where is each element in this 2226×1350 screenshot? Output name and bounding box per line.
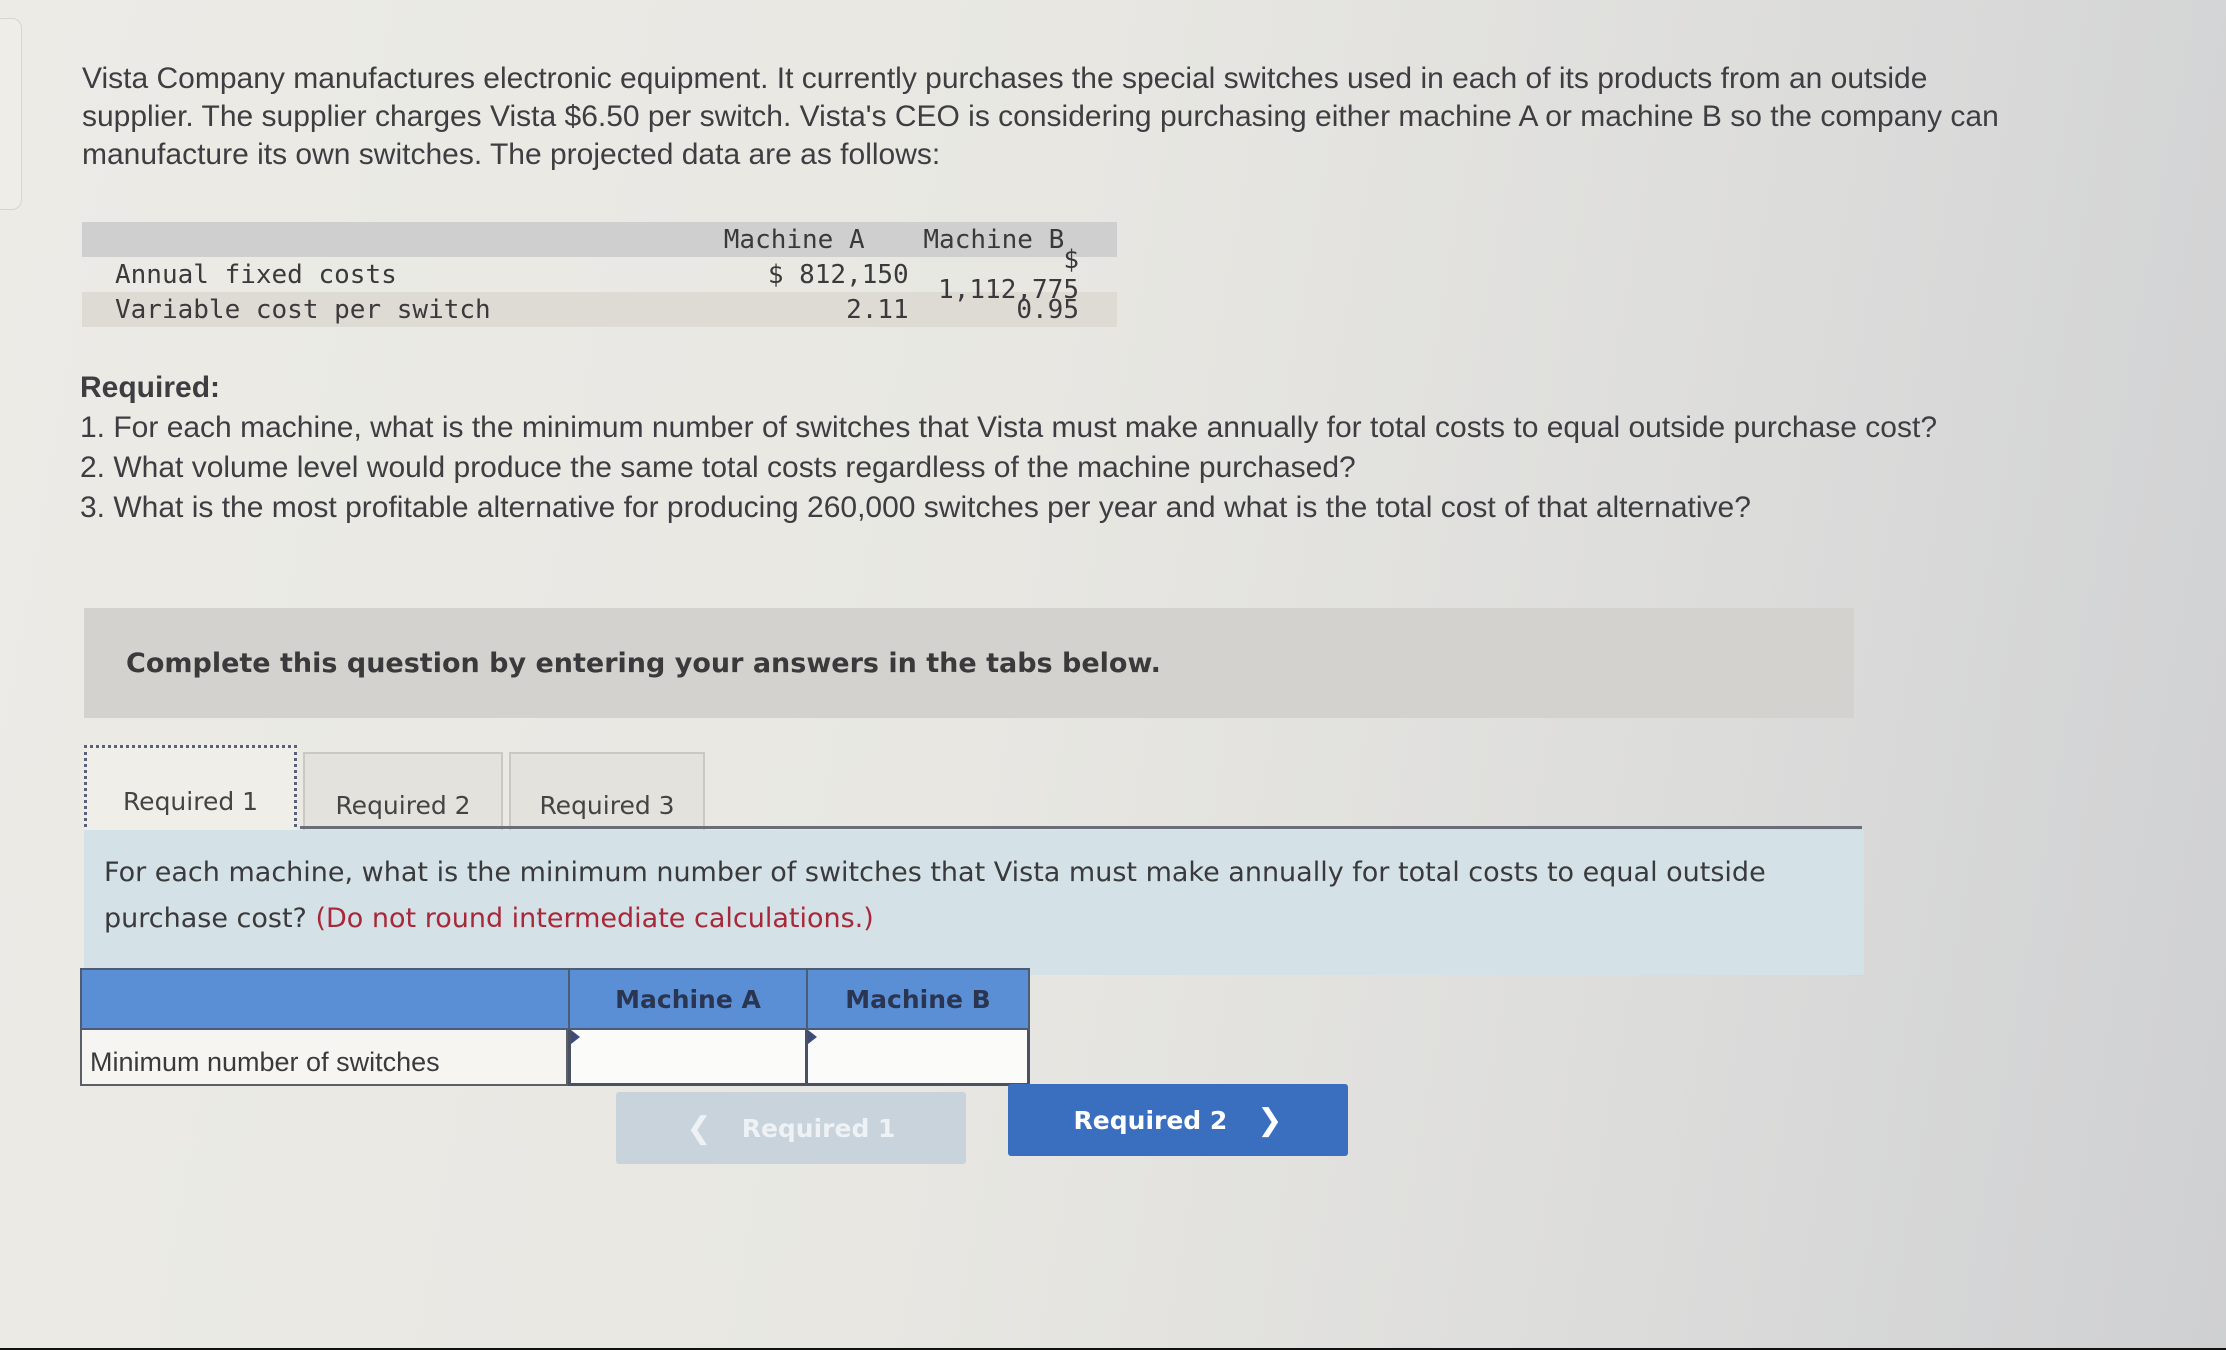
machine-b-answer-cell xyxy=(808,1030,1030,1086)
required-title: Required: xyxy=(80,371,221,404)
instructions-banner: Complete this question by entering your … xyxy=(84,608,1854,718)
prompt-note: (Do not round intermediate calculations.… xyxy=(315,903,874,934)
left-panel-edge xyxy=(0,18,22,210)
input-marker-icon xyxy=(571,1030,580,1044)
table-row: Minimum number of switches xyxy=(80,1030,1030,1086)
header-blank xyxy=(80,968,568,1030)
question-prompt: For each machine, what is the minimum nu… xyxy=(84,830,1864,975)
chevron-right-icon: ❯ xyxy=(1257,1102,1283,1138)
machine-a-input[interactable] xyxy=(571,1030,805,1083)
machine-a-answer-cell xyxy=(568,1030,808,1086)
required-item-3: 3. What is the most profitable alternati… xyxy=(80,491,1751,524)
row-label: Variable cost per switch xyxy=(115,294,491,325)
required-item-2: 2. What volume level would produce the s… xyxy=(80,451,1356,484)
tab-divider xyxy=(300,826,1862,829)
table-row: Variable cost per switch 2.11 0.95 xyxy=(82,292,1117,327)
projected-data-table: Machine A Machine B Annual fixed costs $… xyxy=(82,222,1117,327)
machine-b-input[interactable] xyxy=(808,1030,1027,1083)
answer-table: Machine A Machine B Minimum number of sw… xyxy=(80,968,1030,1086)
row-label: Minimum number of switches xyxy=(80,1030,568,1086)
header-machine-a: Machine A xyxy=(723,224,865,255)
banner-text: Complete this question by entering your … xyxy=(126,647,1161,679)
machine-a-value: 2.11 xyxy=(846,294,909,325)
header-machine-a: Machine A xyxy=(568,968,808,1030)
previous-button[interactable]: ❮ Required 1 xyxy=(616,1092,966,1164)
answer-table-header: Machine A Machine B xyxy=(80,968,1030,1030)
required-section: Required: 1. For each machine, what is t… xyxy=(80,368,2080,528)
input-marker-icon xyxy=(808,1030,817,1044)
header-machine-b: Machine B xyxy=(808,968,1030,1030)
required-item-1: 1. For each machine, what is the minimum… xyxy=(80,411,1938,444)
previous-button-label: Required 1 xyxy=(741,1113,896,1143)
problem-intro: Vista Company manufactures electronic eq… xyxy=(82,62,1999,171)
next-button-label: Required 2 xyxy=(1073,1105,1228,1135)
next-button[interactable]: Required 2 ❯ xyxy=(1008,1084,1348,1156)
row-label: Annual fixed costs xyxy=(115,259,397,290)
table-row: Annual fixed costs $ 812,150 $ 1,112,775 xyxy=(82,245,1117,305)
chevron-left-icon: ❮ xyxy=(686,1110,712,1146)
machine-a-value: $ 812,150 xyxy=(767,259,909,290)
machine-b-value: 0.95 xyxy=(1016,294,1079,325)
